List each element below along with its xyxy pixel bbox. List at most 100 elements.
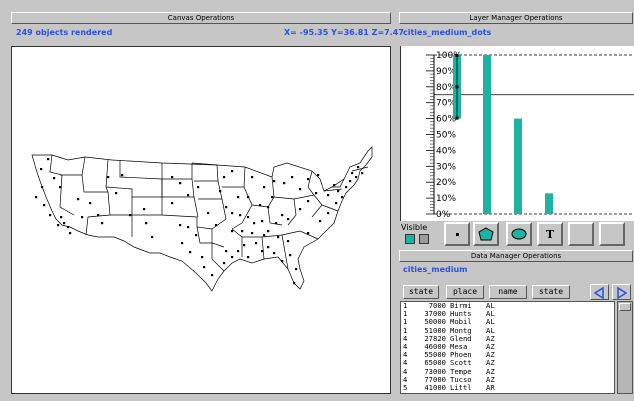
city-dot bbox=[271, 196, 274, 199]
visible-toggle-off[interactable] bbox=[419, 234, 429, 244]
cursor-coordinates: X= -95.35 Y=36.81 Z=7.47 bbox=[284, 28, 404, 37]
city-dot bbox=[107, 176, 110, 179]
city-dot bbox=[335, 202, 338, 205]
data-table[interactable]: 1 7000 Birmi AL 1 37000 Hunts AL 1 50000 Mobil AL 1 5… bbox=[400, 301, 615, 394]
y-tick-label: 30% bbox=[436, 162, 456, 172]
city-dot bbox=[307, 232, 310, 235]
previous-columns-button[interactable] bbox=[590, 284, 609, 300]
city-dot bbox=[215, 224, 218, 227]
column-header-place[interactable]: place bbox=[446, 285, 484, 299]
dataset-name: cities_medium bbox=[403, 265, 468, 274]
city-dot bbox=[211, 274, 214, 277]
ellipse-tool-button[interactable] bbox=[506, 222, 532, 246]
city-dot bbox=[275, 222, 278, 225]
city-dot bbox=[40, 168, 43, 171]
city-dot bbox=[281, 214, 284, 217]
city-dot bbox=[179, 182, 182, 185]
empty-tool-button-2[interactable] bbox=[599, 222, 625, 246]
city-dot bbox=[247, 256, 250, 259]
canvas-operations-header[interactable]: Canvas Operations bbox=[11, 12, 391, 24]
city-dot bbox=[261, 220, 264, 223]
city-dot bbox=[225, 206, 228, 209]
city-dot bbox=[289, 254, 292, 257]
layer-chart[interactable]: 100% 90% 80% 70% 60% 50% 40% 30% 20% 10% 0% bbox=[400, 46, 634, 221]
city-dot bbox=[357, 166, 360, 169]
city-dot bbox=[43, 204, 46, 207]
city-dot bbox=[283, 182, 286, 185]
city-dot bbox=[247, 196, 250, 199]
text-tool-button[interactable]: T bbox=[537, 222, 563, 246]
column-header-state-2[interactable]: state bbox=[532, 285, 570, 299]
city-dot bbox=[295, 268, 298, 271]
city-dot bbox=[201, 256, 204, 259]
city-dot bbox=[349, 180, 352, 183]
next-columns-button[interactable] bbox=[612, 284, 631, 300]
city-dot bbox=[77, 198, 80, 201]
city-dot bbox=[171, 202, 174, 205]
column-header-state[interactable]: state bbox=[403, 285, 439, 299]
city-dot bbox=[247, 216, 250, 219]
city-dot bbox=[57, 224, 60, 227]
arrow-right-icon bbox=[617, 286, 628, 300]
city-dot bbox=[273, 180, 276, 183]
city-dot bbox=[69, 232, 72, 235]
layer-manager-header[interactable]: Layer Manager Operations bbox=[399, 12, 633, 24]
data-table-scrollbar[interactable] bbox=[617, 301, 633, 394]
city-dot bbox=[121, 174, 124, 177]
city-dot bbox=[237, 250, 240, 253]
city-dot bbox=[281, 260, 284, 263]
scroll-thumb[interactable] bbox=[619, 303, 631, 311]
city-dot bbox=[263, 234, 266, 237]
y-tick-label: 0% bbox=[436, 210, 451, 220]
table-cell: 5 bbox=[403, 383, 408, 393]
bar-top-marker bbox=[455, 54, 459, 57]
city-dot bbox=[151, 236, 154, 239]
table-cell: 41000 bbox=[424, 383, 446, 393]
y-tick-label: 40% bbox=[436, 146, 456, 156]
city-dot bbox=[207, 212, 210, 215]
dot-tool-button[interactable] bbox=[444, 222, 470, 246]
city-dot bbox=[225, 250, 228, 253]
city-dot bbox=[315, 192, 318, 195]
city-dot bbox=[261, 250, 264, 253]
city-dot bbox=[253, 222, 256, 225]
city-dot bbox=[97, 214, 100, 217]
city-dot bbox=[231, 170, 234, 173]
column-header-name[interactable]: name bbox=[489, 285, 527, 299]
city-dot bbox=[259, 204, 262, 207]
empty-tool-button-1[interactable] bbox=[568, 222, 594, 246]
city-dot bbox=[333, 184, 336, 187]
city-dot bbox=[277, 236, 280, 239]
data-manager-header[interactable]: Data Manager Operations bbox=[399, 250, 633, 262]
city-dot bbox=[189, 251, 192, 254]
city-dot bbox=[287, 218, 290, 221]
city-dot bbox=[115, 192, 118, 195]
polygon-tool-button[interactable] bbox=[473, 222, 499, 246]
y-tick-label: 20% bbox=[436, 178, 456, 188]
city-dot bbox=[59, 186, 62, 189]
city-dot bbox=[327, 194, 330, 197]
city-dot bbox=[299, 208, 302, 211]
city-dot bbox=[293, 282, 296, 285]
city-dot bbox=[49, 214, 52, 217]
y-tick-label: 10% bbox=[436, 194, 456, 204]
city-dot bbox=[63, 222, 66, 225]
city-dot bbox=[239, 214, 242, 217]
city-dot bbox=[267, 246, 270, 249]
city-dot bbox=[187, 194, 190, 197]
bar-bottom-marker bbox=[455, 116, 459, 120]
city-dot bbox=[337, 190, 340, 193]
table-cell: Littl bbox=[450, 383, 472, 393]
city-dot bbox=[129, 214, 132, 217]
city-dot bbox=[263, 186, 266, 189]
chart-bar bbox=[545, 193, 553, 214]
table-row[interactable]: 5 41000 Littl AR bbox=[403, 383, 614, 393]
city-dot bbox=[243, 244, 246, 247]
city-dot bbox=[241, 230, 244, 233]
city-dot bbox=[231, 256, 234, 259]
city-dot bbox=[187, 226, 190, 229]
city-dot bbox=[81, 216, 84, 219]
visible-toggle-on[interactable] bbox=[405, 234, 415, 244]
map-canvas[interactable] bbox=[11, 46, 391, 394]
bar-marker bbox=[455, 85, 459, 89]
